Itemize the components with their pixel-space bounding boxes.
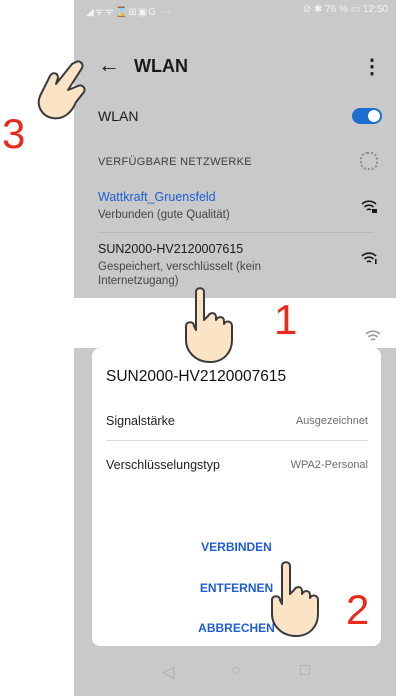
network-dialog: SUN2000-HV2120007615 Signalstärke Ausgez… <box>92 348 381 646</box>
section-title: VERFÜGBARE NETZWERKE <box>98 156 252 168</box>
status-bar: ◢ᯤᯤ⌛⊞▣G ⋯ ⊘ ✱ 76 % ▭ 12:50 <box>74 0 396 22</box>
pointing-hand-icon <box>37 60 86 120</box>
switch-knob <box>368 110 380 122</box>
wifi-faded-icon <box>365 330 381 341</box>
step-number-3: 3 <box>2 110 26 157</box>
nav-back-icon[interactable]: ◁ <box>162 662 174 682</box>
row-value: WPA2-Personal <box>290 459 368 471</box>
page-title: WLAN <box>134 56 188 76</box>
status-right: ⊘ ✱ 76 % ▭ 12:50 <box>302 4 388 15</box>
network-item-sun2000[interactable]: SUN2000-HV2120007615 Gespeichert, versch… <box>98 242 378 288</box>
loading-spinner-icon <box>360 152 378 170</box>
list-divider <box>98 232 374 233</box>
app-toolbar: ← WLAN ⋮ <box>74 48 396 84</box>
dialog-divider <box>106 440 368 441</box>
status-icons: ◢ᯤᯤ⌛⊞▣G ⋯ <box>86 7 172 18</box>
wlan-label: WLAN <box>98 108 139 124</box>
wifi-lock-icon <box>361 200 377 213</box>
nav-home-icon[interactable]: ○ <box>231 662 241 680</box>
nav-recent-icon[interactable]: □ <box>300 662 310 680</box>
dialog-title: SUN2000-HV2120007615 <box>106 368 287 385</box>
cancel-button[interactable]: ABBRECHEN <box>92 621 381 635</box>
step-number-1: 1 <box>274 296 298 343</box>
wlan-toggle-row[interactable]: WLAN <box>74 102 396 132</box>
row-value: Ausgezeichnet <box>295 415 368 427</box>
pointing-hand-icon <box>185 287 233 363</box>
row-label: Verschlüsselungstyp <box>106 458 220 472</box>
dialog-row-encryption: Verschlüsselungstyp WPA2-Personal <box>106 458 368 472</box>
connect-button[interactable]: VERBINDEN <box>92 540 381 554</box>
wlan-switch[interactable] <box>352 108 382 124</box>
remove-button[interactable]: ENTFERNEN <box>92 581 381 595</box>
network-status: Gespeichert, verschlüsselt (kein Interne… <box>98 261 261 287</box>
network-name: SUN2000-HV2120007615 <box>98 242 244 256</box>
arrow-left-icon[interactable]: ← <box>98 52 120 78</box>
pointing-hand-icon <box>271 561 319 637</box>
dialog-row-signal: Signalstärke Ausgezeichnet <box>106 414 368 428</box>
network-item-wattkraft[interactable]: Wattkraft_Gruensfeld Verbunden (gute Qua… <box>98 190 378 222</box>
step-number-2: 2 <box>346 586 370 633</box>
wifi-warning-icon <box>361 252 377 264</box>
row-label: Signalstärke <box>106 414 175 428</box>
more-vert-icon[interactable]: ⋮ <box>362 54 382 79</box>
network-name: Wattkraft_Gruensfeld <box>98 190 216 204</box>
network-status: Verbunden (gute Qualität) <box>98 209 230 221</box>
system-nav-bar: ◁ ○ □ <box>74 650 396 696</box>
